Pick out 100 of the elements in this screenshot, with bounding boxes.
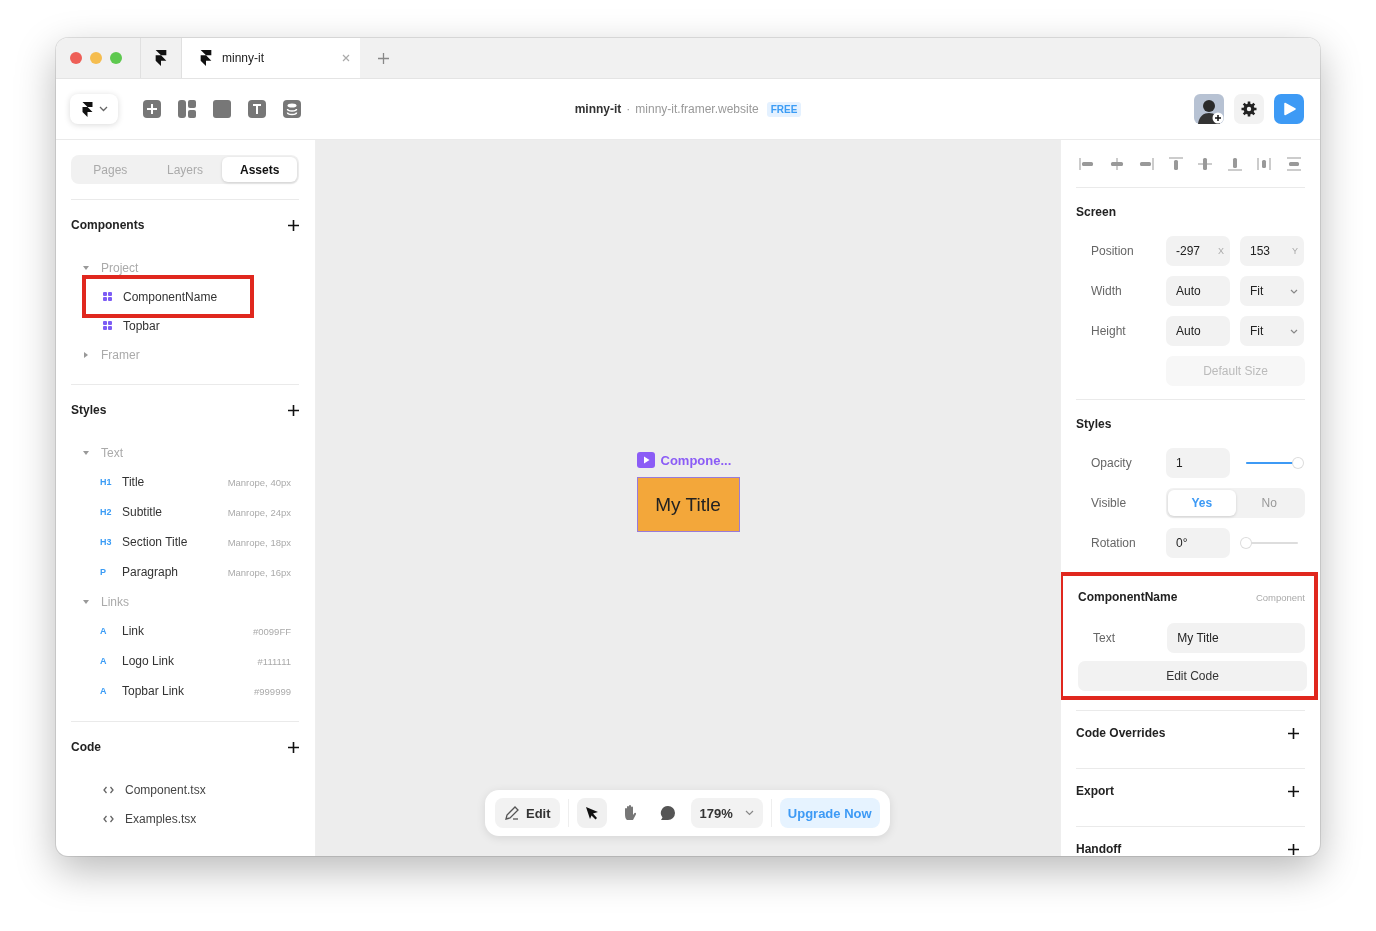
section-title: Styles: [71, 403, 107, 417]
zoom-button[interactable]: [110, 52, 122, 64]
style-detail: #999999: [254, 685, 292, 697]
slider-thumb[interactable]: [1293, 458, 1303, 468]
style-tag: A: [100, 626, 122, 636]
project-name: minny-it: [574, 102, 622, 116]
add-icon[interactable]: [1288, 785, 1299, 797]
close-button[interactable]: [70, 52, 82, 64]
separator-dot: ·: [626, 102, 631, 116]
frame-label[interactable]: Compone...: [660, 452, 732, 468]
input-field[interactable]: Auto: [1166, 276, 1230, 306]
caret-down-icon[interactable]: [83, 449, 89, 456]
dropdown[interactable]: Fit: [1240, 316, 1304, 346]
style-detail: Manrope, 24px: [227, 506, 292, 518]
comment-icon: [659, 805, 676, 821]
database-icon[interactable]: [283, 100, 301, 118]
code-file[interactable]: Examples.tsx: [125, 811, 197, 826]
pointer-tool[interactable]: [576, 798, 607, 828]
style-name[interactable]: Section Title: [122, 535, 228, 549]
align-icon[interactable]: [1079, 157, 1095, 171]
property-label: Visible: [1090, 496, 1128, 510]
zoom-dropdown[interactable]: 179%: [690, 798, 763, 828]
align-icon[interactable]: [1167, 157, 1184, 171]
input-field[interactable]: -297 X: [1166, 236, 1230, 266]
style-tag: A: [100, 656, 122, 666]
chevron-icon: [1290, 328, 1298, 334]
align-icon[interactable]: [1226, 157, 1243, 171]
style-tag: H2: [100, 507, 122, 517]
highlighted-component-item[interactable]: ComponentName: [82, 275, 254, 318]
add-icon[interactable]: [288, 404, 299, 416]
property-label: Text: [1092, 631, 1116, 645]
component-title: ComponentName: [1078, 590, 1178, 604]
input-field[interactable]: My Title: [1167, 623, 1305, 653]
section-title[interactable]: Export: [1076, 784, 1114, 798]
settings-icon: [1241, 101, 1257, 117]
style-detail: #111111: [257, 655, 292, 667]
text-icon[interactable]: [248, 100, 266, 118]
close-icon[interactable]: [342, 54, 350, 62]
preview-button[interactable]: [1274, 94, 1304, 124]
pointer-icon: [583, 805, 600, 821]
tab-title: minny-it: [222, 51, 265, 65]
add-icon[interactable]: [1288, 843, 1299, 855]
style-detail: Manrope, 16px: [227, 566, 292, 578]
new-tab-icon[interactable]: [378, 52, 389, 64]
code-icon: [103, 814, 114, 823]
style-tag: H3: [100, 537, 122, 547]
style-name[interactable]: Topbar Link: [122, 684, 254, 698]
minimize-button[interactable]: [90, 52, 102, 64]
chevron-icon: [99, 106, 108, 112]
style-tag: H1: [100, 477, 122, 487]
chevron-icon: [1290, 288, 1298, 294]
section-title: Styles: [1076, 417, 1112, 431]
frame-icon[interactable]: [213, 100, 231, 118]
style-name[interactable]: Link: [122, 624, 253, 638]
browser-tab[interactable]: minny-it: [182, 38, 360, 78]
dropdown[interactable]: Fit: [1240, 276, 1304, 306]
component-tag: Component: [1255, 591, 1305, 603]
component-icon: [103, 292, 112, 301]
input-field[interactable]: 1: [1166, 448, 1230, 478]
align-icon[interactable]: [1256, 157, 1273, 171]
section-title[interactable]: Handoff: [1076, 842, 1122, 856]
style-detail: #0099FF: [252, 625, 292, 637]
align-icon[interactable]: [1138, 157, 1155, 171]
style-name[interactable]: Subtitle: [122, 505, 228, 519]
style-detail: Manrope, 18px: [227, 536, 292, 548]
framer-menu-button[interactable]: [70, 94, 118, 124]
style-tag: A: [100, 686, 122, 696]
component-frame[interactable]: My Title: [636, 477, 740, 532]
input-field[interactable]: 153 Y: [1240, 236, 1304, 266]
edit-code-button[interactable]: Edit Code: [1078, 661, 1307, 691]
property-label: Position: [1090, 244, 1135, 258]
section-title: Code: [71, 740, 101, 754]
caret-right-icon[interactable]: [83, 351, 89, 358]
layout-icon[interactable]: [178, 100, 196, 118]
caret-down-icon[interactable]: [83, 598, 89, 605]
align-icon[interactable]: [1108, 157, 1125, 171]
style-name[interactable]: Title: [122, 475, 228, 489]
slider-thumb[interactable]: [1241, 538, 1251, 548]
code-file[interactable]: Component.tsx: [125, 782, 206, 797]
input-field[interactable]: 0°: [1166, 528, 1230, 558]
property-label: Width: [1090, 284, 1123, 298]
add-icon[interactable]: [288, 741, 299, 753]
component-icon: [103, 321, 112, 330]
insert-icon[interactable]: [143, 100, 161, 118]
panel-tab[interactable]: Assets: [222, 157, 297, 182]
align-icon[interactable]: [1285, 157, 1302, 171]
style-name[interactable]: Paragraph: [122, 565, 228, 579]
property-label: Opacity: [1090, 456, 1133, 470]
style-name[interactable]: Logo Link: [122, 654, 258, 668]
add-icon[interactable]: [288, 219, 299, 231]
input-field[interactable]: Auto: [1166, 316, 1230, 346]
property-label: Rotation: [1090, 536, 1137, 550]
align-icon[interactable]: [1197, 157, 1214, 171]
edit-button[interactable]: Edit: [495, 798, 560, 828]
style-detail: Manrope, 40px: [227, 476, 292, 488]
caret-down-icon[interactable]: [83, 264, 89, 271]
section-title[interactable]: Code Overrides: [1076, 726, 1166, 740]
settings-button[interactable]: [1234, 94, 1264, 124]
add-icon[interactable]: [1288, 727, 1299, 739]
avatar-icon[interactable]: [1194, 94, 1224, 124]
